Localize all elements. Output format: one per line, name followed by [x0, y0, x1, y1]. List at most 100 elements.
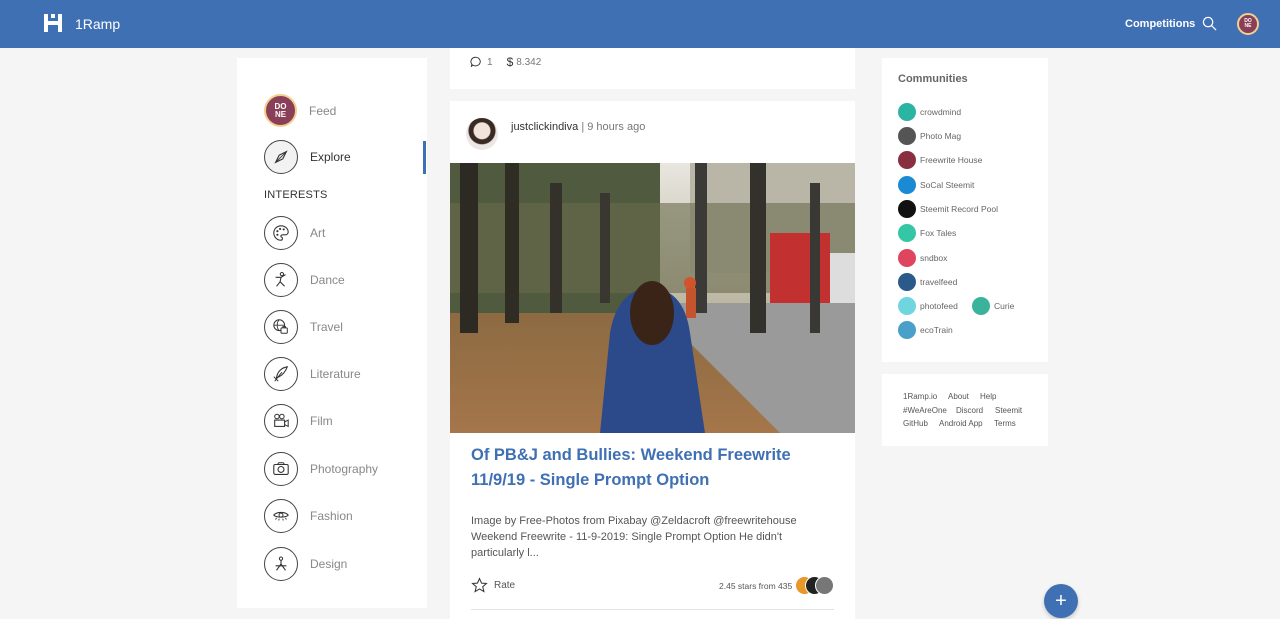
- community-name: Freewrite House: [920, 155, 983, 165]
- search-icon[interactable]: [1202, 16, 1217, 31]
- community-item[interactable]: ecoTrain: [898, 321, 953, 339]
- footer-link-help[interactable]: Help: [980, 392, 996, 401]
- previous-post-card: 1 $ 8.342: [450, 48, 855, 89]
- community-icon: [898, 103, 916, 121]
- post-card: justclickindiva | 9 hours ago Of PB&J an…: [450, 101, 855, 619]
- rate-button[interactable]: Rate: [471, 577, 515, 594]
- eye-icon: [264, 499, 298, 533]
- community-item[interactable]: photofeed: [898, 297, 958, 315]
- author-line: justclickindiva | 9 hours ago: [511, 121, 645, 133]
- communities-title: Communities: [898, 73, 968, 85]
- sidebar-item-label: Dance: [310, 273, 345, 287]
- footer-link-github[interactable]: GitHub: [903, 419, 928, 428]
- film-camera-icon: [264, 404, 298, 438]
- star-icon: [471, 577, 488, 593]
- voter-avatars[interactable]: [795, 576, 835, 596]
- community-item[interactable]: travelfeed: [898, 273, 957, 291]
- footer-link-discord[interactable]: Discord: [956, 406, 983, 415]
- rating-summary: 2.45 stars from 435: [719, 581, 793, 591]
- 1ramp-logo-icon[interactable]: [44, 14, 62, 32]
- brand-name[interactable]: 1Ramp: [75, 16, 120, 32]
- post-image[interactable]: [450, 163, 855, 433]
- sidebar-item-art[interactable]: Art: [264, 216, 325, 250]
- community-icon: [898, 127, 916, 145]
- community-name: sndbox: [920, 253, 948, 263]
- community-name: Fox Tales: [920, 228, 957, 238]
- user-avatar[interactable]: DO NE: [1237, 13, 1259, 35]
- quill-icon: [264, 357, 298, 391]
- sidebar-item-film[interactable]: Film: [264, 404, 333, 438]
- community-icon: [898, 321, 916, 339]
- sidebar-item-design[interactable]: Design: [264, 547, 347, 581]
- active-indicator: [423, 141, 426, 174]
- author-avatar[interactable]: [466, 118, 498, 150]
- community-name: travelfeed: [920, 277, 958, 287]
- competitions-link[interactable]: Competitions: [1125, 18, 1195, 30]
- dollar-icon: $: [506, 55, 514, 69]
- community-name: photofeed: [920, 301, 958, 311]
- top-navbar: 1Ramp Competitions DO NE: [0, 0, 1280, 48]
- create-post-button[interactable]: +: [1044, 584, 1078, 618]
- community-item[interactable]: crowdmind: [898, 103, 961, 121]
- post-stats: 1 $ 8.342: [470, 55, 541, 69]
- sidebar-item-feed[interactable]: DO NE Feed: [264, 94, 336, 127]
- community-icon: [898, 224, 916, 242]
- footer-link-about[interactable]: About: [948, 392, 969, 401]
- community-item[interactable]: Fox Tales: [898, 224, 956, 242]
- community-icon: [898, 176, 916, 194]
- globe-luggage-icon: [264, 310, 298, 344]
- community-icon: [898, 249, 916, 267]
- done-badge-icon: DO NE: [264, 94, 297, 127]
- sidebar-item-explore[interactable]: Explore: [264, 140, 351, 174]
- sidebar-item-label: Art: [310, 226, 326, 240]
- avatar-text-bottom: NE: [1244, 23, 1252, 29]
- rate-label: Rate: [494, 580, 516, 591]
- community-item[interactable]: SoCal Steemit: [898, 176, 974, 194]
- sidebar-item-literature[interactable]: Literature: [264, 357, 361, 391]
- sidebar-item-travel[interactable]: Travel: [264, 310, 343, 344]
- footer-link-android[interactable]: Android App: [939, 419, 983, 428]
- community-name: Steemit Record Pool: [920, 204, 998, 214]
- feed-badge-text-bottom: NE: [274, 109, 287, 119]
- footer-link-weareone[interactable]: #WeAreOne: [903, 406, 947, 415]
- post-time: 9 hours ago: [587, 121, 646, 133]
- comment-icon[interactable]: [470, 56, 482, 68]
- community-icon: [972, 297, 990, 315]
- community-icon: [898, 297, 916, 315]
- compass-icon: [264, 140, 298, 174]
- voter-avatar: [815, 576, 834, 595]
- interests-heading: INTERESTS: [264, 189, 328, 201]
- sidebar-item-label: Film: [310, 414, 333, 428]
- divider: [471, 609, 834, 610]
- community-name: ecoTrain: [920, 325, 953, 335]
- community-item[interactable]: sndbox: [898, 249, 947, 267]
- post-title[interactable]: Of PB&J and Bullies: Weekend Freewrite 1…: [471, 443, 841, 493]
- community-name: crowdmind: [920, 107, 962, 117]
- author-row: [466, 118, 498, 150]
- community-item[interactable]: Curie: [972, 297, 1014, 315]
- community-icon: [898, 200, 916, 218]
- footer-link-steemit[interactable]: Steemit: [995, 406, 1022, 415]
- separator: |: [581, 121, 585, 133]
- payout-value: 8.342: [516, 56, 542, 68]
- post-excerpt[interactable]: Image by Free-Photos from Pixabay @Zelda…: [471, 513, 837, 561]
- sidebar-item-label: Photography: [310, 462, 379, 476]
- footer-link-terms[interactable]: Terms: [994, 419, 1016, 428]
- sidebar-item-fashion[interactable]: Fashion: [264, 499, 353, 533]
- camera-icon: [264, 452, 298, 486]
- community-item[interactable]: Freewrite House: [898, 151, 982, 169]
- communities-panel: Communities crowdmind Photo Mag Freewrit…: [882, 58, 1048, 362]
- compass-drafting-icon: [264, 547, 298, 581]
- community-name: Photo Mag: [920, 131, 962, 141]
- sidebar-item-label: Literature: [310, 367, 361, 381]
- community-icon: [898, 273, 916, 291]
- sidebar-item-dance[interactable]: Dance: [264, 263, 345, 297]
- palette-icon: [264, 216, 298, 250]
- footer-link-1ramp[interactable]: 1Ramp.io: [903, 392, 937, 401]
- sidebar-item-photography[interactable]: Photography: [264, 452, 378, 486]
- community-item[interactable]: Photo Mag: [898, 127, 961, 145]
- sidebar-item-label: Design: [310, 557, 348, 571]
- community-icon: [898, 151, 916, 169]
- community-item[interactable]: Steemit Record Pool: [898, 200, 998, 218]
- author-name[interactable]: justclickindiva: [511, 121, 578, 133]
